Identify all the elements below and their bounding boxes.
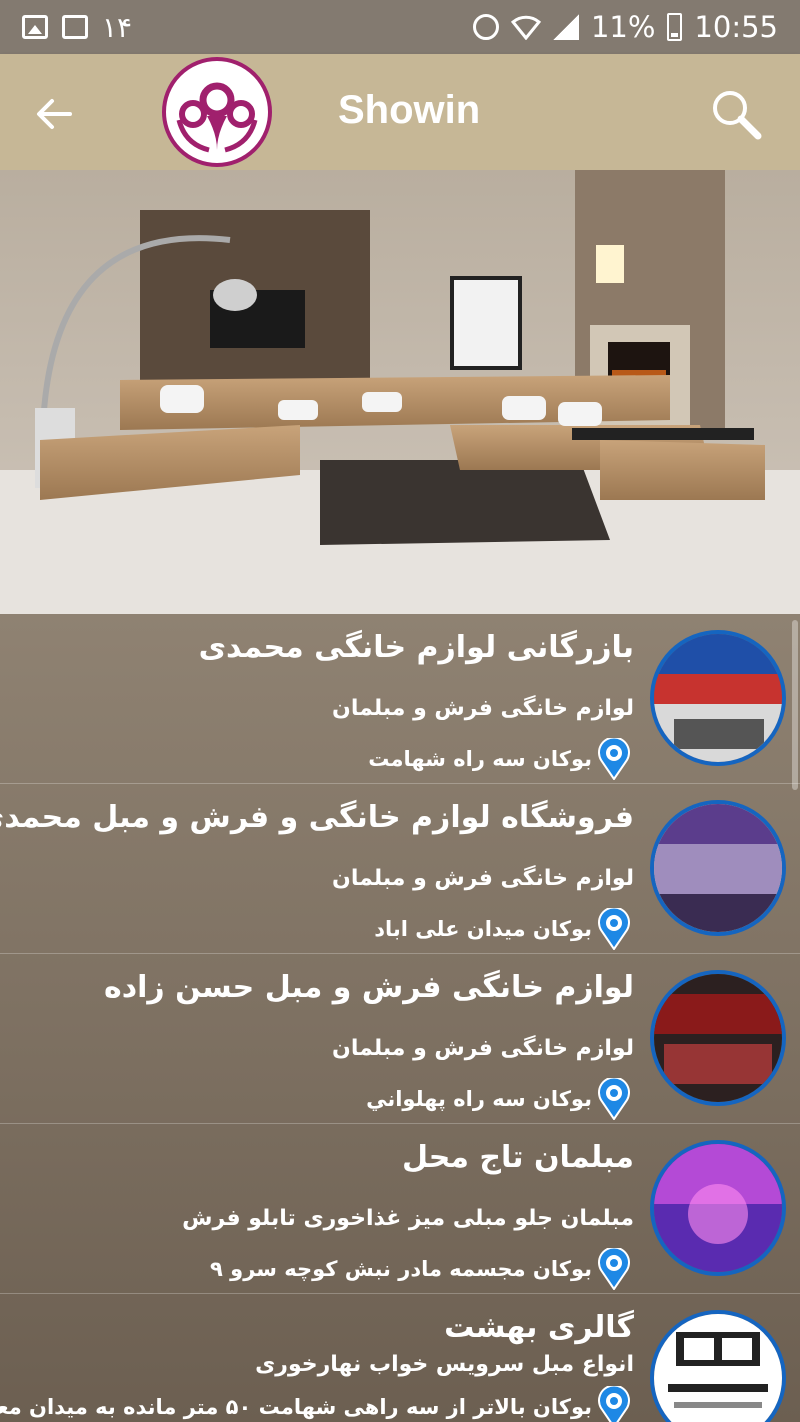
location-pin-icon <box>598 738 630 780</box>
showin-logo <box>162 57 272 167</box>
listing-category: لوازم خانگی فرش و مبلمان <box>332 1036 634 1061</box>
listing-thumbnail <box>650 970 786 1106</box>
listing-thumbnail <box>650 1140 786 1276</box>
listing-address: بوکان میدان علی اباد <box>374 908 634 950</box>
listing-item[interactable]: بازرگانی لوازم خانگی محمدی لوازم خانگی ف… <box>0 614 800 784</box>
status-right: 11% 10:55 <box>472 10 778 44</box>
listing-address-text: بوکان میدان علی اباد <box>374 917 592 941</box>
listing-item[interactable]: مبلمان تاج محل مبلمان جلو مبلی میز غذاخو… <box>0 1124 800 1294</box>
wifi-icon <box>510 15 541 40</box>
listing-title: مبلمان تاج محل <box>401 1140 634 1175</box>
app-bar: Showin <box>0 54 800 170</box>
listing-title: فروشگاه لوازم خانگی و فرش و مبل محمدی <box>0 800 634 835</box>
listing-address: بوکان سه راه شهامت <box>368 738 634 780</box>
notification-count: ۱۴ <box>102 10 133 44</box>
listing-address-text: بوکان سه راه شهامت <box>368 747 592 771</box>
listing-address-text: بوکان بالاتر از سه راهی شهامت ۵۰ متر مان… <box>0 1395 592 1419</box>
arrow-left-icon[interactable] <box>30 90 78 138</box>
alarm-icon <box>472 14 499 40</box>
listing-category: لوازم خانگی فرش و مبلمان <box>332 866 634 891</box>
status-bar: ۱۴ 11% 10:55 <box>0 0 800 54</box>
battery-percent: 11% <box>590 10 656 44</box>
listing-thumbnail <box>650 1310 786 1422</box>
hero-image <box>0 170 800 614</box>
clipboard-check-icon <box>62 15 88 39</box>
scrollbar[interactable] <box>792 620 798 790</box>
listing-item[interactable]: گالری بهشت انواع مبل سرویس خواب نهارخوری… <box>0 1294 800 1422</box>
listing-category: مبلمان جلو مبلی میز غذاخوری تابلو فرش <box>182 1206 634 1231</box>
location-pin-icon <box>598 1386 630 1422</box>
location-pin-icon <box>598 1078 630 1120</box>
listing-title: بازرگانی لوازم خانگی محمدی <box>198 630 634 665</box>
listing-address: بوکان مجسمه مادر نبش کوچه سرو ۹ <box>210 1248 634 1290</box>
search-icon[interactable] <box>708 86 766 144</box>
listing-item[interactable]: لوازم خانگی فرش و مبل حسن زاده لوازم خان… <box>0 954 800 1124</box>
listing-address: بوکان بالاتر از سه راهی شهامت ۵۰ متر مان… <box>0 1386 634 1422</box>
location-pin-icon <box>598 1248 630 1290</box>
battery-icon <box>667 13 683 41</box>
clock: 10:55 <box>694 10 778 44</box>
listing-title: لوازم خانگی فرش و مبل حسن زاده <box>104 970 634 1005</box>
app-title: Showin <box>338 88 481 132</box>
status-left: ۱۴ <box>22 11 132 44</box>
listing-address-text: بوکان مجسمه مادر نبش کوچه سرو ۹ <box>210 1257 592 1281</box>
signal-icon <box>552 14 579 40</box>
listing-item[interactable]: فروشگاه لوازم خانگی و فرش و مبل محمدی لو… <box>0 784 800 954</box>
listing-address-text: بوکان سه راه پهلواني <box>366 1087 592 1111</box>
listing-title: گالری بهشت <box>444 1310 634 1345</box>
listing-category: انواع مبل سرویس خواب نهارخوری <box>255 1352 634 1377</box>
listing-thumbnail <box>650 800 786 936</box>
location-pin-icon <box>598 908 630 950</box>
living-room-illustration <box>0 170 800 614</box>
listing-thumbnail <box>650 630 786 766</box>
listing-category: لوازم خانگی فرش و مبلمان <box>332 696 634 721</box>
listing-list[interactable]: بازرگانی لوازم خانگی محمدی لوازم خانگی ف… <box>0 614 800 1422</box>
image-icon <box>22 15 48 39</box>
listing-address: بوکان سه راه پهلواني <box>366 1078 634 1120</box>
showin-logo-mark <box>176 82 258 153</box>
